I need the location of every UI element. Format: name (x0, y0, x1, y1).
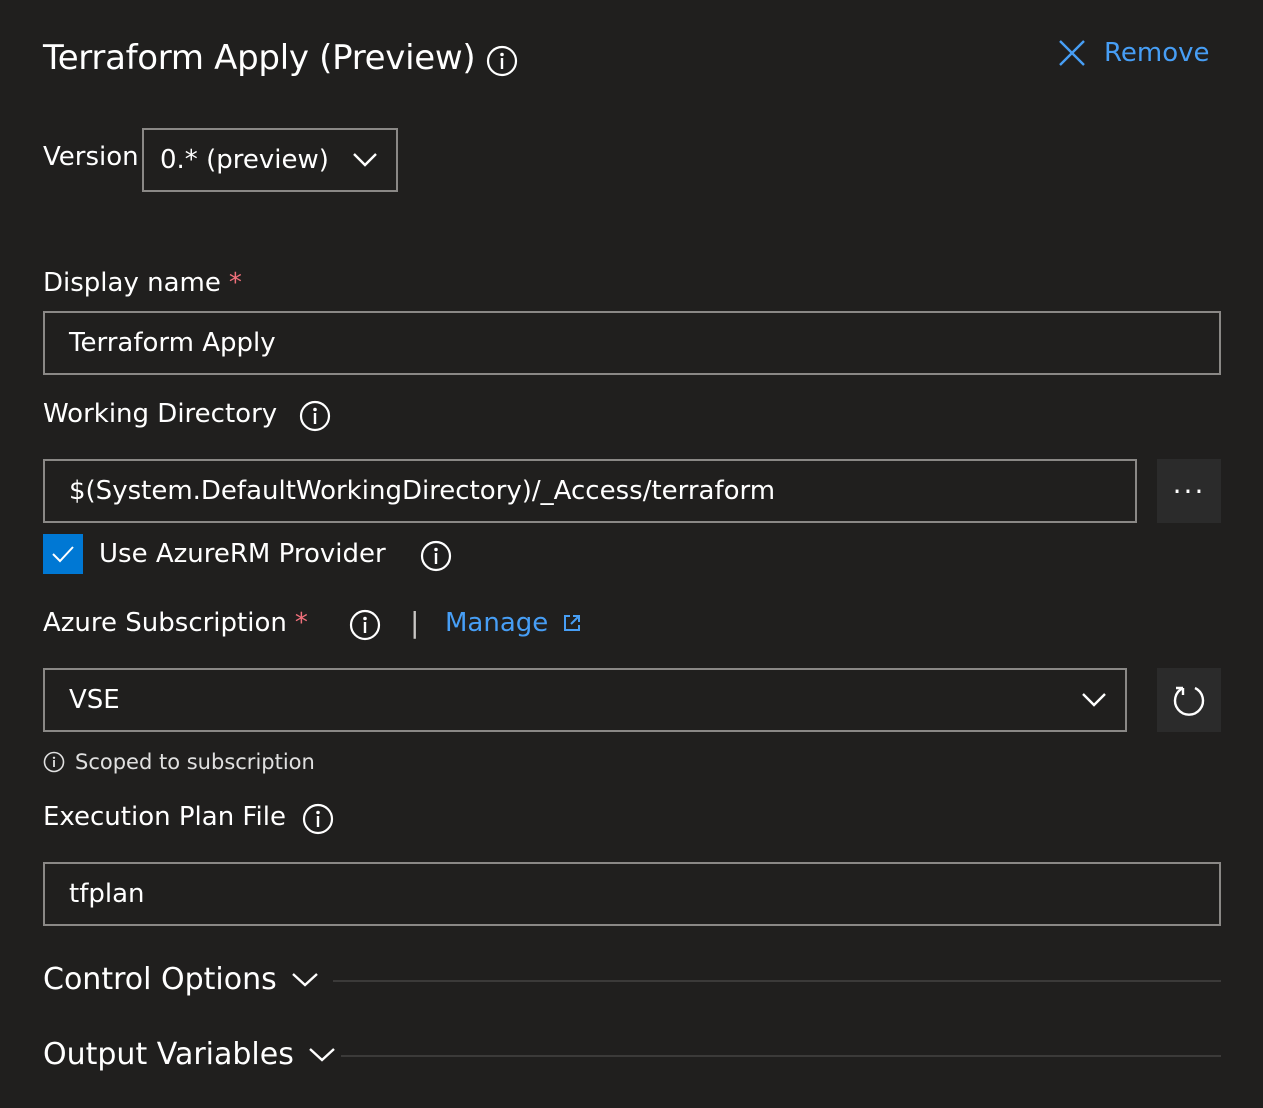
azure-subscription-label-text: Azure Subscription (43, 608, 287, 638)
working-directory-info-icon[interactable] (299, 400, 331, 432)
working-directory-input[interactable]: $(System.DefaultWorkingDirectory)/_Acces… (43, 459, 1137, 523)
title-info-icon[interactable] (486, 45, 518, 77)
output-variables-label: Output Variables (43, 1037, 294, 1072)
close-icon (1059, 40, 1085, 66)
use-azurerm-label: Use AzureRM Provider (99, 539, 386, 569)
working-directory-value: $(System.DefaultWorkingDirectory)/_Acces… (69, 476, 776, 506)
remove-label: Remove (1104, 38, 1210, 68)
page-title: Terraform Apply (Preview) (43, 38, 476, 78)
external-link-icon (564, 615, 581, 631)
azure-subscription-select[interactable]: VSE (43, 668, 1127, 732)
remove-button[interactable]: Remove (1058, 38, 1210, 68)
execution-plan-label: Execution Plan File (43, 802, 286, 832)
scope-hint: Scoped to subscription (43, 750, 315, 774)
display-name-input[interactable]: Terraform Apply (43, 311, 1221, 375)
working-directory-label: Working Directory (43, 399, 278, 429)
info-icon (43, 751, 65, 773)
chevron-down-icon (353, 153, 377, 167)
azure-subscription-info-icon[interactable] (349, 609, 381, 641)
execution-plan-info-icon[interactable] (302, 803, 334, 835)
display-name-value: Terraform Apply (69, 328, 276, 358)
section-divider (341, 1055, 1221, 1057)
execution-plan-value: tfplan (69, 879, 145, 909)
chevron-down-icon (291, 972, 318, 987)
version-select[interactable]: 0.* (preview) (142, 128, 398, 192)
use-azurerm-info-icon[interactable] (420, 540, 452, 572)
control-options-toggle[interactable]: Control Options (43, 962, 319, 997)
more-icon: ··· (1172, 474, 1206, 508)
scope-hint-text: Scoped to subscription (75, 750, 315, 774)
required-mark: * (228, 268, 242, 298)
refresh-button[interactable] (1157, 668, 1221, 732)
chevron-down-icon (309, 1047, 335, 1062)
refresh-icon (1173, 686, 1205, 716)
output-variables-toggle[interactable]: Output Variables (43, 1037, 336, 1072)
control-options-label: Control Options (43, 962, 277, 997)
display-name-label: Display name * (43, 268, 242, 298)
display-name-label-text: Display name (43, 268, 221, 298)
azure-subscription-selected: VSE (69, 685, 120, 715)
execution-plan-input[interactable]: tfplan (43, 862, 1221, 926)
use-azurerm-checkbox[interactable] (43, 534, 83, 574)
version-selected-value: 0.* (preview) (160, 145, 329, 175)
version-label: Version (43, 142, 139, 172)
manage-link[interactable]: Manage (445, 608, 582, 638)
checkmark-icon (52, 546, 74, 563)
separator: | (410, 606, 420, 639)
azure-subscription-label: Azure Subscription * (43, 608, 308, 638)
required-mark: * (294, 608, 308, 638)
section-divider (333, 980, 1221, 982)
browse-button[interactable]: ··· (1157, 459, 1221, 523)
manage-label: Manage (445, 608, 549, 638)
chevron-down-icon (1082, 693, 1106, 707)
